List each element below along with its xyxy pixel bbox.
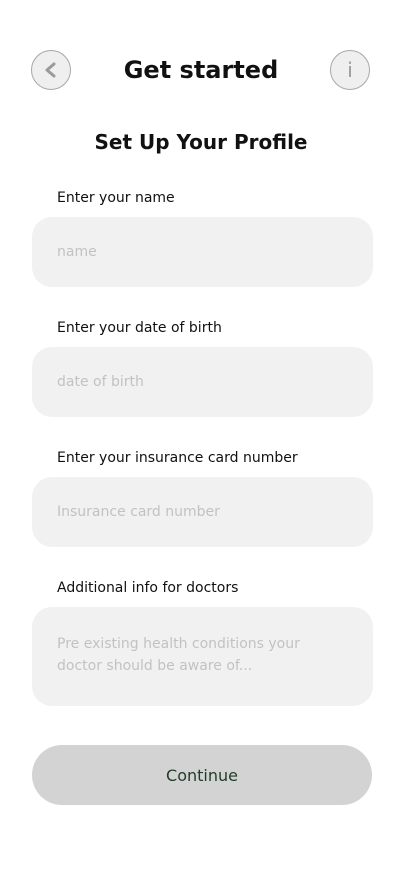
insurance-input[interactable] (57, 477, 348, 547)
name-field-container (32, 217, 373, 287)
info-icon: i (347, 58, 353, 82)
additional-info-field-container (32, 607, 373, 713)
additional-info-textarea[interactable] (57, 633, 348, 713)
additional-info-label: Additional info for doctors (57, 580, 239, 596)
insurance-field-container (32, 477, 373, 547)
name-input[interactable] (57, 217, 348, 287)
dob-label: Enter your date of birth (57, 320, 222, 336)
dob-field-container (32, 347, 373, 417)
info-button[interactable]: i (330, 50, 370, 90)
header: Get started i (0, 50, 402, 90)
dob-input[interactable] (57, 347, 348, 417)
section-subtitle: Set Up Your Profile (94, 130, 308, 154)
insurance-label: Enter your insurance card number (57, 450, 298, 466)
name-label: Enter your name (57, 190, 175, 206)
continue-button[interactable]: Continue (32, 745, 372, 805)
